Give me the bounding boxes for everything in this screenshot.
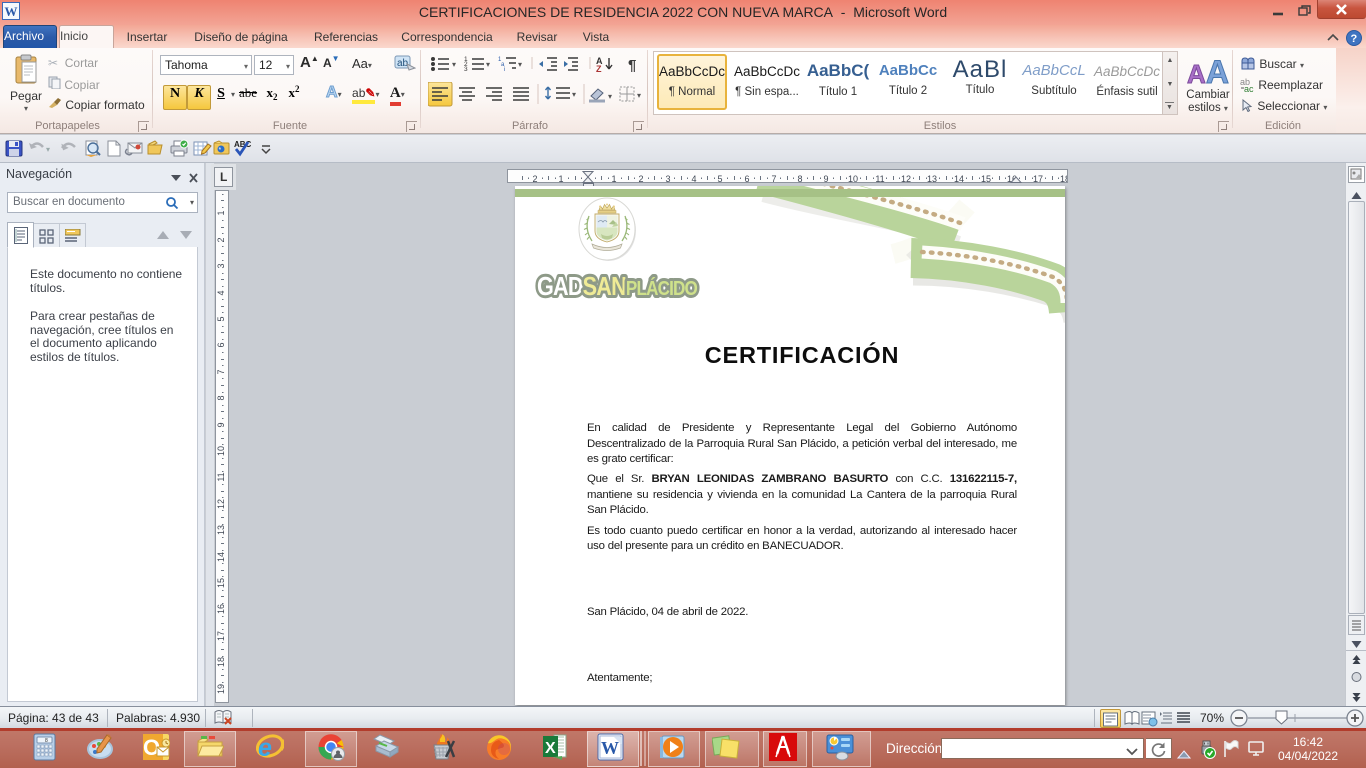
svg-text:8: 8 xyxy=(216,395,226,400)
svg-text:2: 2 xyxy=(638,174,643,183)
svg-text:7: 7 xyxy=(216,369,226,374)
svg-text:8: 8 xyxy=(797,174,802,183)
svg-text:5: 5 xyxy=(216,316,226,321)
svg-text:i: i xyxy=(504,67,505,73)
svg-text:16: 16 xyxy=(216,604,226,614)
svg-text:17: 17 xyxy=(216,631,226,641)
svg-text:15: 15 xyxy=(216,578,226,588)
svg-text:1: 1 xyxy=(216,210,226,215)
svg-text:18: 18 xyxy=(216,657,226,667)
svg-text:▾: ▾ xyxy=(46,145,50,154)
svg-text:11: 11 xyxy=(875,174,884,183)
svg-text:3: 3 xyxy=(464,66,468,73)
svg-text:3: 3 xyxy=(216,263,226,268)
svg-text:▾: ▾ xyxy=(452,60,456,69)
svg-text:¶: ¶ xyxy=(628,57,636,74)
svg-text:4: 4 xyxy=(216,290,226,295)
svg-text:▾: ▾ xyxy=(518,60,522,69)
svg-text:▾: ▾ xyxy=(608,92,612,101)
svg-text:GADSANPLÁCIDO: GADSANPLÁCIDO xyxy=(537,271,698,301)
svg-text:1: 1 xyxy=(611,174,616,183)
svg-text:12: 12 xyxy=(216,499,226,509)
svg-text:7: 7 xyxy=(771,174,776,183)
svg-text:ac: ac xyxy=(1244,84,1254,92)
svg-text:*: * xyxy=(219,147,222,154)
svg-text:1: 1 xyxy=(558,174,563,183)
svg-text:8: 8 xyxy=(45,738,48,744)
svg-text:18: 18 xyxy=(1060,174,1067,183)
svg-text:2: 2 xyxy=(532,174,537,183)
svg-text:17: 17 xyxy=(1033,174,1043,183)
svg-text:13: 13 xyxy=(927,174,937,183)
svg-text:▾: ▾ xyxy=(486,60,490,69)
svg-text:9: 9 xyxy=(216,422,226,427)
svg-text:e: e xyxy=(258,734,272,761)
svg-text:3: 3 xyxy=(665,174,670,183)
svg-text:10: 10 xyxy=(848,174,858,183)
svg-text:4: 4 xyxy=(691,174,696,183)
svg-text:13: 13 xyxy=(216,525,226,535)
svg-text:▾: ▾ xyxy=(572,90,576,99)
svg-text:Z: Z xyxy=(596,64,602,74)
svg-text:14: 14 xyxy=(216,552,226,562)
svg-text:6: 6 xyxy=(216,342,226,347)
svg-text:W: W xyxy=(601,738,619,758)
svg-text:▾: ▾ xyxy=(637,91,641,100)
svg-text:5: 5 xyxy=(717,174,722,183)
svg-text:2: 2 xyxy=(216,237,226,242)
svg-text:19: 19 xyxy=(216,684,226,694)
svg-text:14: 14 xyxy=(954,174,964,183)
svg-text:W: W xyxy=(5,4,18,19)
svg-text:9: 9 xyxy=(823,174,828,183)
svg-text:12: 12 xyxy=(901,174,911,183)
svg-text:15: 15 xyxy=(981,174,991,183)
svg-text:10: 10 xyxy=(216,446,226,456)
svg-text:X: X xyxy=(545,740,556,757)
svg-text:6: 6 xyxy=(744,174,749,183)
svg-text:11: 11 xyxy=(216,472,226,481)
